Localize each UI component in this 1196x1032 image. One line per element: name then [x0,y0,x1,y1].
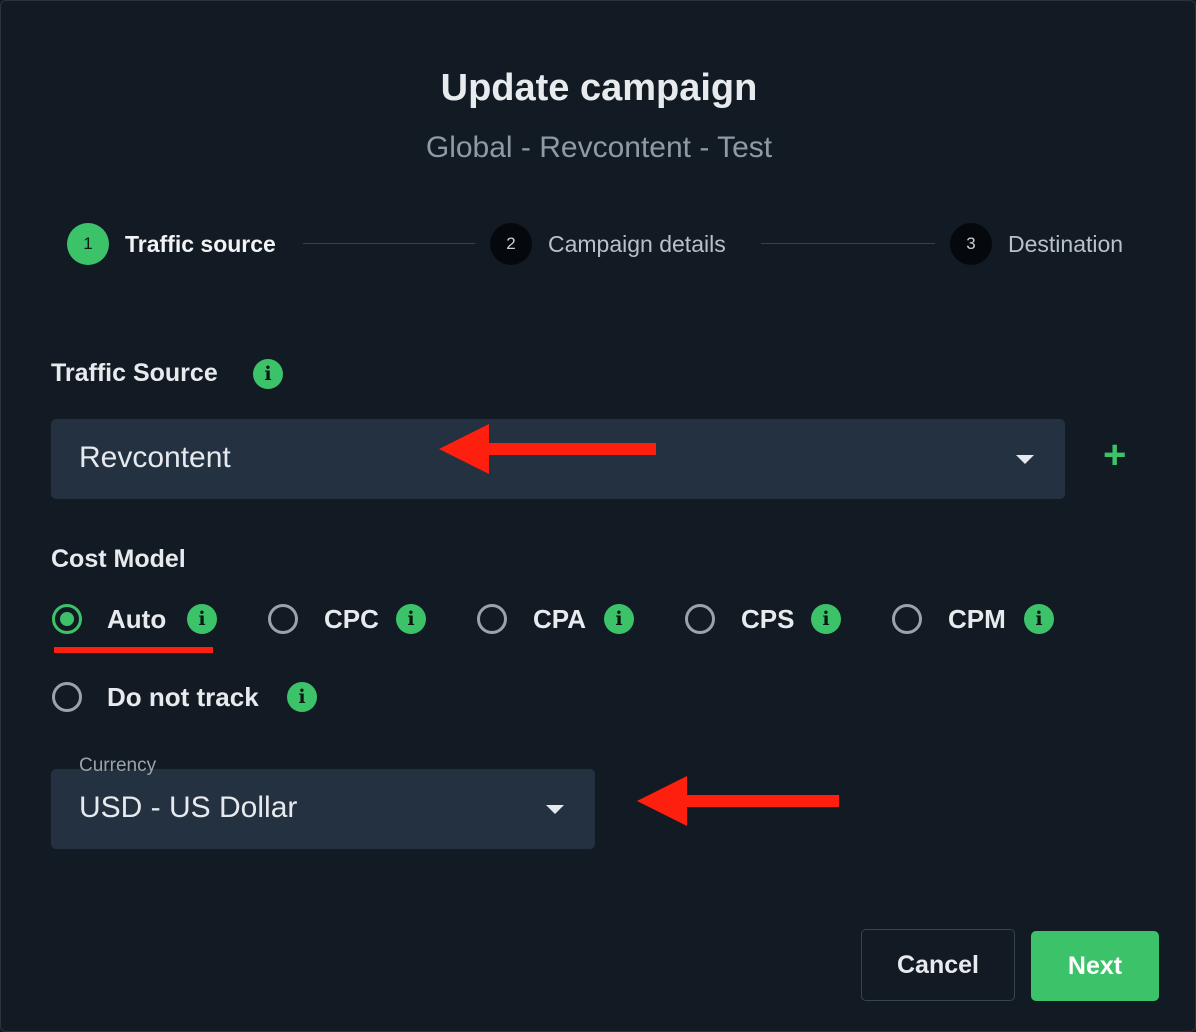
currency-select[interactable]: USD - US Dollar [51,769,595,849]
cancel-button[interactable]: Cancel [861,929,1015,1001]
info-icon[interactable]: i [396,604,426,634]
annotation-arrow [439,424,656,474]
currency-label: Currency [79,755,157,776]
radio-cpm[interactable] [892,604,922,634]
radio-do-not-track[interactable] [52,682,82,712]
info-icon[interactable]: i [811,604,841,634]
radio-label-cpa[interactable]: CPA [533,604,586,635]
info-icon[interactable]: i [253,359,283,389]
step-3-indicator[interactable]: 3 [950,223,992,265]
step-3-label[interactable]: Destination [1008,223,1123,265]
step-1-indicator[interactable]: 1 [67,223,109,265]
radio-label-cpc[interactable]: CPC [324,604,379,635]
radio-label-auto[interactable]: Auto [107,604,166,635]
modal-subtitle: Global - Revcontent - Test [425,131,773,164]
radio-auto[interactable] [52,604,82,634]
annotation-underline [54,647,213,653]
step-2-indicator[interactable]: 2 [490,223,532,265]
step-1-label[interactable]: Traffic source [125,223,276,265]
info-icon[interactable]: i [1024,604,1054,634]
radio-label-cps[interactable]: CPS [741,604,794,635]
radio-cpc[interactable] [268,604,298,634]
info-icon[interactable]: i [604,604,634,634]
radio-cpa[interactable] [477,604,507,634]
traffic-source-value: Revcontent [79,441,231,474]
radio-label-do-not-track[interactable]: Do not track [107,682,259,713]
step-2-label[interactable]: Campaign details [548,223,726,265]
chevron-down-icon [546,805,564,814]
step-connector [761,243,935,244]
plus-icon[interactable]: + [1103,433,1126,478]
update-campaign-modal: Update campaign Global - Revcontent - Te… [0,0,1196,1032]
traffic-source-label: Traffic Source [51,359,218,387]
info-icon[interactable]: i [287,682,317,712]
radio-label-cpm[interactable]: CPM [948,604,1006,635]
step-connector [303,243,475,244]
info-icon[interactable]: i [187,604,217,634]
radio-cps[interactable] [685,604,715,634]
annotation-arrow [637,776,839,826]
chevron-down-icon [1016,455,1034,464]
modal-title: Update campaign [440,67,758,109]
cost-model-label: Cost Model [51,545,186,573]
next-button[interactable]: Next [1031,931,1159,1001]
currency-value: USD - US Dollar [79,791,298,824]
